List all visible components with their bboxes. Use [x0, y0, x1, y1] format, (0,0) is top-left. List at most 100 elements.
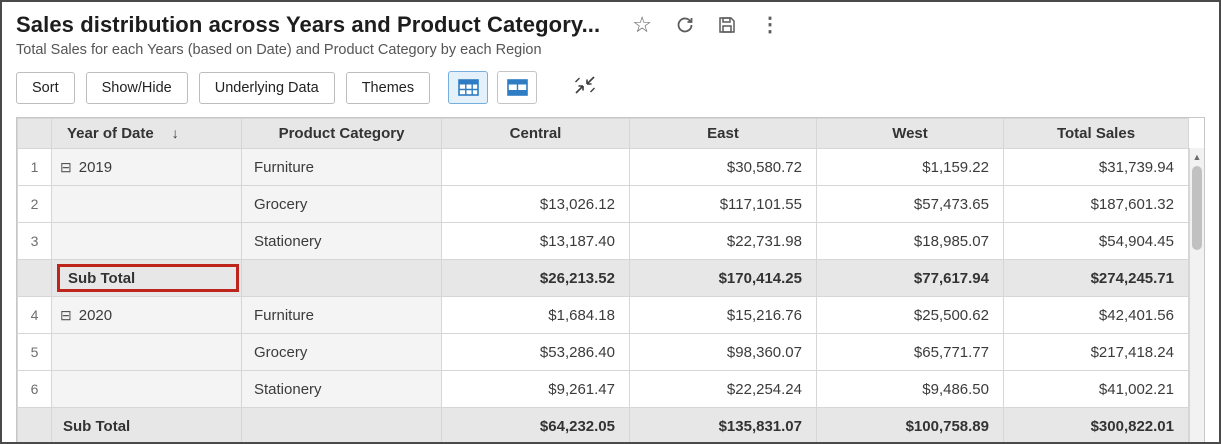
row-number [18, 408, 52, 444]
category-cell: Grocery [242, 186, 442, 223]
east-value: $22,254.24 [630, 371, 817, 408]
pivot-table-container: Year of Date ↓ Product Category Central E… [16, 117, 1205, 444]
central-value: $9,261.47 [442, 371, 630, 408]
central-value: $1,684.18 [442, 297, 630, 334]
east-value: $170,414.25 [630, 260, 817, 297]
show-hide-button[interactable]: Show/Hide [86, 72, 188, 104]
column-header-total-sales[interactable]: Total Sales [1004, 119, 1189, 149]
total-sales-value: $187,601.32 [1004, 186, 1189, 223]
row-number: 6 [18, 371, 52, 408]
central-value [442, 149, 630, 186]
scroll-up-icon[interactable]: ▲ [1190, 148, 1204, 162]
west-value: $18,985.07 [817, 223, 1004, 260]
save-icon[interactable] [718, 16, 736, 34]
category-cell [242, 260, 442, 297]
collapse-columns-icon [572, 73, 598, 102]
corner-cell [18, 119, 52, 149]
total-sales-value: $41,002.21 [1004, 371, 1189, 408]
pivot-table: Year of Date ↓ Product Category Central E… [17, 118, 1189, 444]
table-row[interactable]: 2 Grocery $13,026.12 $117,101.55 $57,473… [18, 186, 1189, 223]
west-value: $1,159.22 [817, 149, 1004, 186]
subtotal-row[interactable]: Sub Total $26,213.52 $170,414.25 $77,617… [18, 260, 1189, 297]
subtotal-row[interactable]: Sub Total $64,232.05 $135,831.07 $100,75… [18, 408, 1189, 444]
row-number [18, 260, 52, 297]
subtotal-label: Sub Total [52, 408, 242, 444]
year-cell [52, 223, 242, 260]
central-value: $53,286.40 [442, 334, 630, 371]
category-cell: Grocery [242, 334, 442, 371]
header: Sales distribution across Years and Prod… [16, 12, 1205, 38]
year-cell [52, 334, 242, 371]
row-number: 2 [18, 186, 52, 223]
central-value: $13,187.40 [442, 223, 630, 260]
sort-descending-icon[interactable]: ↓ [172, 125, 179, 141]
page-title: Sales distribution across Years and Prod… [16, 12, 600, 38]
total-sales-value: $300,822.01 [1004, 408, 1189, 444]
table-view-button[interactable] [448, 71, 488, 104]
east-value: $30,580.72 [630, 149, 817, 186]
table-row[interactable]: 4 ⊟ 2020 Furniture $1,684.18 $15,216.76 $… [18, 297, 1189, 334]
west-value: $57,473.65 [817, 186, 1004, 223]
category-cell: Stationery [242, 371, 442, 408]
total-sales-value: $31,739.94 [1004, 149, 1189, 186]
total-sales-value: $54,904.45 [1004, 223, 1189, 260]
toolbar: Sort Show/Hide Underlying Data Themes [16, 71, 1205, 104]
east-value: $117,101.55 [630, 186, 817, 223]
column-label: Year of Date [67, 125, 154, 142]
west-value: $65,771.77 [817, 334, 1004, 371]
central-value: $64,232.05 [442, 408, 630, 444]
table-view-icon [458, 79, 479, 96]
total-sales-value: $274,245.71 [1004, 260, 1189, 297]
west-value: $100,758.89 [817, 408, 1004, 444]
page-subtitle: Total Sales for each Years (based on Dat… [16, 42, 1205, 58]
collapse-icon[interactable]: ⊟ [60, 159, 72, 175]
column-header-central[interactable]: Central [442, 119, 630, 149]
year-cell [52, 371, 242, 408]
report-page: Sales distribution across Years and Prod… [0, 0, 1221, 444]
category-cell: Furniture [242, 149, 442, 186]
summary-view-icon [507, 79, 528, 96]
row-number: 4 [18, 297, 52, 334]
more-options-icon[interactable]: ⋮ [760, 15, 780, 35]
scrollbar-thumb[interactable] [1192, 166, 1202, 250]
year-cell: ⊟ 2020 [52, 297, 242, 334]
table-row[interactable]: 3 Stationery $13,187.40 $22,731.98 $18,9… [18, 223, 1189, 260]
table-row[interactable]: 1 ⊟2019 Furniture $30,580.72 $1,159.22 $… [18, 149, 1189, 186]
category-cell: Stationery [242, 223, 442, 260]
central-value: $13,026.12 [442, 186, 630, 223]
total-sales-value: $42,401.56 [1004, 297, 1189, 334]
central-value: $26,213.52 [442, 260, 630, 297]
themes-button[interactable]: Themes [346, 72, 430, 104]
east-value: $98,360.07 [630, 334, 817, 371]
refresh-icon[interactable] [676, 16, 694, 34]
table-row[interactable]: 6 Stationery $9,261.47 $22,254.24 $9,486… [18, 371, 1189, 408]
subtotal-label-cell: Sub Total [52, 260, 242, 297]
sort-button[interactable]: Sort [16, 72, 75, 104]
year-cell: ⊟ 2019 [52, 149, 242, 186]
column-header-east[interactable]: East [630, 119, 817, 149]
title-actions: ☆ ⋮ [632, 14, 780, 36]
column-header-west[interactable]: West [817, 119, 1004, 149]
summary-view-button[interactable] [497, 71, 537, 104]
favorite-star-icon[interactable]: ☆ [632, 14, 652, 36]
row-number: 3 [18, 223, 52, 260]
year-value: 2019 [79, 159, 112, 176]
annotation-highlight: Sub Total [57, 264, 239, 292]
row-number: 5 [18, 334, 52, 371]
east-value: $15,216.76 [630, 297, 817, 334]
west-value: $77,617.94 [817, 260, 1004, 297]
west-value: $9,486.50 [817, 371, 1004, 408]
category-cell: Furniture [242, 297, 442, 334]
category-cell [242, 408, 442, 444]
year-value: 2020 [79, 307, 112, 324]
underlying-data-button[interactable]: Underlying Data [199, 72, 335, 104]
vertical-scrollbar[interactable]: ▲ [1189, 148, 1204, 444]
table-row[interactable]: 5 Grocery $53,286.40 $98,360.07 $65,771.… [18, 334, 1189, 371]
column-header-product-category[interactable]: Product Category [242, 119, 442, 149]
column-header-year-of-date[interactable]: Year of Date ↓ [52, 119, 242, 149]
east-value: $135,831.07 [630, 408, 817, 444]
subtotal-label: Sub Total [68, 270, 135, 287]
collapse-columns-button[interactable] [568, 71, 602, 104]
collapse-icon[interactable]: ⊟ [60, 307, 72, 323]
header-row: Year of Date ↓ Product Category Central E… [18, 119, 1189, 149]
